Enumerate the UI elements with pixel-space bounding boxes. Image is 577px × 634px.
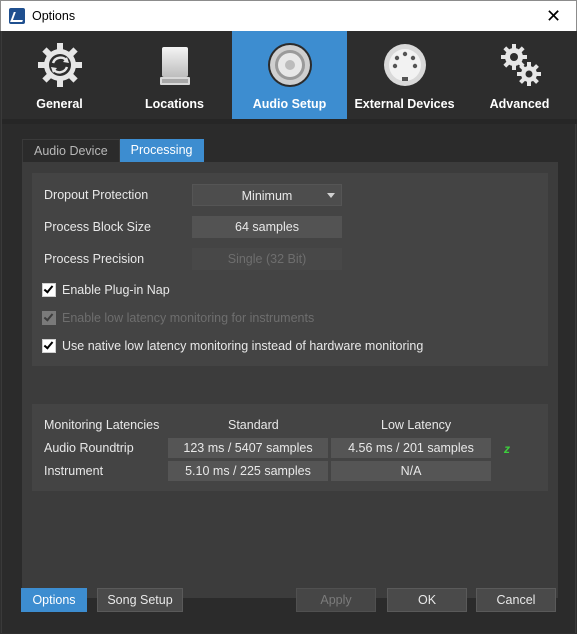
low-latency-instruments-checkbox: Enable low latency monitoring for instru… [42,309,314,327]
checkbox-icon [42,311,56,325]
tab-audio-setup[interactable]: Audio Setup [232,31,347,119]
process-block-size-label: Process Block Size [44,220,151,234]
audio-roundtrip-label: Audio Roundtrip [44,441,134,455]
options-button[interactable]: Options [21,588,87,612]
monitoring-latencies: Monitoring Latencies Standard Low Latenc… [32,404,548,491]
speaker-icon [267,43,312,87]
tab-advanced[interactable]: Advanced [462,31,577,119]
window-body: General Locations Audio Setup External D… [1,31,577,633]
app-icon [9,8,25,24]
subtab-bar: Audio Device Processing [22,139,204,162]
tab-audio-device[interactable]: Audio Device [22,139,120,162]
tab-locations-label: Locations [144,97,205,111]
enable-plugin-nap-checkbox[interactable]: Enable Plug-in Nap [42,281,170,299]
song-setup-button[interactable]: Song Setup [97,588,183,612]
low-latency-column-header: Low Latency [381,418,452,432]
audio-roundtrip-standard: 123 ms / 5407 samples [168,438,328,458]
tab-advanced-label: Advanced [489,97,550,111]
ok-button[interactable]: OK [387,588,467,612]
instrument-label: Instrument [44,464,104,478]
dropout-protection-value: Minimum [241,189,293,203]
native-low-latency-checkbox[interactable]: Use native low latency monitoring instea… [42,337,423,355]
divider [2,119,577,124]
standard-column-header: Standard [228,418,279,432]
tab-external-devices-label: External Devices [354,97,455,111]
low-latency-instruments-label: Enable low latency monitoring for instru… [62,311,315,325]
processing-settings: Dropout Protection Minimum Process Block… [32,173,548,366]
enable-plugin-nap-label: Enable Plug-in Nap [62,283,170,297]
audio-roundtrip-low: 4.56 ms / 201 samples [331,438,491,458]
checkmark-icon [43,339,54,350]
process-block-size-field[interactable]: 64 samples [192,216,342,238]
tab-locations[interactable]: Locations [117,31,232,119]
low-latency-status-icon: z [504,442,510,456]
gears-icon [500,44,541,86]
cancel-button[interactable]: Cancel [476,588,556,612]
tab-processing[interactable]: Processing [119,139,204,162]
instrument-standard: 5.10 ms / 225 samples [168,461,328,481]
dropout-protection-label: Dropout Protection [44,188,149,202]
process-precision-field: Single (32 Bit) [192,248,342,270]
processing-panel: Dropout Protection Minimum Process Block… [22,162,558,598]
checkbox-icon [42,339,56,353]
apply-button: Apply [296,588,376,612]
process-precision-label: Process Precision [44,252,145,266]
tab-external-devices[interactable]: External Devices [347,31,462,119]
window-title: Options [32,9,76,23]
midi-port-icon [383,44,426,86]
tab-audio-setup-label: Audio Setup [252,97,327,111]
top-navigation: General Locations Audio Setup External D… [2,31,577,119]
tab-general[interactable]: General [2,31,117,119]
checkmark-icon [43,283,54,294]
drive-icon [159,47,190,85]
checkbox-icon [42,283,56,297]
close-icon[interactable]: ✕ [531,1,576,31]
instrument-low: N/A [331,461,491,481]
checkmark-icon [43,311,54,322]
chevron-down-icon [327,193,335,198]
title-bar: Options ✕ [0,0,577,31]
native-low-latency-label: Use native low latency monitoring instea… [62,339,424,353]
dropout-protection-select[interactable]: Minimum [192,184,342,206]
tab-general-label: General [36,97,83,111]
monitoring-latencies-header: Monitoring Latencies [44,418,160,432]
gear-refresh-icon [37,43,82,87]
